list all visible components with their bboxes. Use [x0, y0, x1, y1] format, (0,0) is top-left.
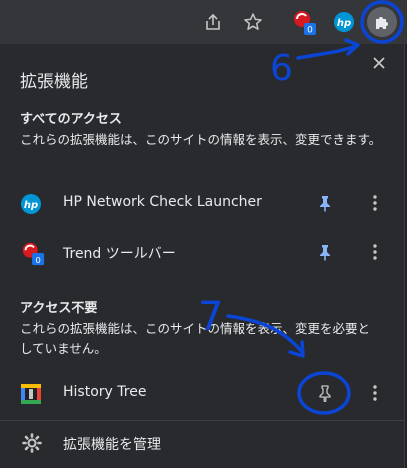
- extension-name: HP Network Check Launcher: [63, 194, 262, 210]
- extension-row-history-tree[interactable]: History Tree: [0, 371, 404, 415]
- no-access-heading: アクセス不要: [20, 301, 98, 316]
- pin-icon[interactable]: [316, 384, 334, 402]
- svg-text:hp: hp: [337, 18, 351, 29]
- extension-row-hp-network-check[interactable]: hp HP Network Check Launcher: [0, 181, 404, 225]
- extension-name: Trend ツールバー: [63, 246, 176, 262]
- extension-row-trend-toolbar[interactable]: 0 Trend ツールバー: [0, 230, 404, 274]
- pin-icon[interactable]: [316, 243, 334, 261]
- bookmark-star-icon[interactable]: [239, 8, 267, 36]
- more-options-icon[interactable]: [366, 192, 384, 214]
- svg-text:hp: hp: [24, 200, 38, 211]
- full-access-description: これらの拡張機能は、このサイトの情報を表示、変更できます。: [20, 132, 382, 147]
- trend-toolbar-badge: 0: [307, 26, 313, 36]
- gear-icon: [22, 433, 42, 453]
- more-options-icon[interactable]: [366, 382, 384, 404]
- full-access-heading: すべてのアクセス: [20, 112, 122, 127]
- more-options-icon[interactable]: [366, 241, 384, 263]
- hp-toolbar-icon[interactable]: hp: [330, 8, 358, 36]
- extension-name: History Tree: [63, 384, 147, 400]
- manage-extensions-label: 拡張機能を管理: [63, 437, 161, 453]
- history-tree-icon: [21, 384, 41, 404]
- manage-extensions-button[interactable]: 拡張機能を管理: [0, 420, 404, 468]
- trend-badge: 0: [35, 255, 40, 265]
- panel-title: 拡張機能: [20, 72, 88, 92]
- extensions-puzzle-icon[interactable]: [367, 7, 397, 37]
- trend-micro-toolbar-icon[interactable]: 0: [290, 8, 318, 36]
- no-access-description: これらの拡張機能は、このサイトの情報を表示、変更を必要としていません。: [20, 321, 371, 356]
- extensions-menu: 拡張機能 すべてのアクセス これらの拡張機能は、このサイトの情報を表示、変更でき…: [0, 44, 405, 468]
- pin-icon[interactable]: [316, 194, 334, 212]
- share-icon[interactable]: [199, 8, 227, 36]
- trend-micro-icon: 0: [22, 242, 45, 266]
- hp-logo-icon: hp: [21, 194, 41, 214]
- close-icon[interactable]: [366, 50, 392, 76]
- browser-toolbar: 0 hp: [0, 0, 407, 44]
